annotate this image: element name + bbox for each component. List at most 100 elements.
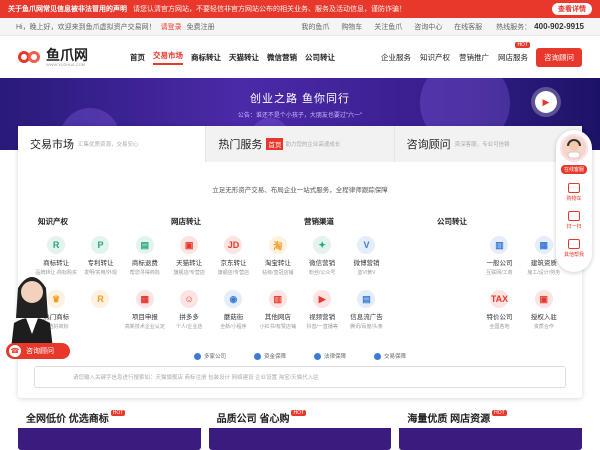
tab-market[interactable]: 交易市场 汇集优质资源，交易安心 <box>18 126 206 162</box>
category-item[interactable]: ▦ 项目申报 高新技术企业认定 <box>123 290 167 330</box>
follow-link[interactable]: 关注鱼爪 <box>374 24 402 31</box>
category-item[interactable]: ▤ 信息流广告 腾讯/百度/头条 <box>344 290 388 330</box>
column-title[interactable]: 公司转让 <box>437 216 566 230</box>
nav-enterprise[interactable]: 企业服务 <box>381 52 411 63</box>
category-icon: ▥ <box>268 290 287 308</box>
category-item[interactable]: JD 京东转让 旗舰店/专营店 <box>211 236 255 276</box>
nav-marketing[interactable]: 营销推广 <box>459 52 489 63</box>
category-icon: P <box>91 236 110 254</box>
category-name: 信息流广告 <box>350 314 383 321</box>
guarantee-row: 多家公司 资金保障 法律保障 交易保障 <box>18 352 582 361</box>
play-icon: ▶ <box>535 91 557 113</box>
guarantee-item: 多家公司 <box>193 352 226 361</box>
side-cart[interactable]: 购物车 <box>566 183 582 202</box>
service-panel: 交易市场 汇集优质资源，交易安心 热门服务 首页 助力您的企业高速成长 咨询顾问 资深客… <box>18 126 582 398</box>
category-icon: ✦ <box>313 236 332 254</box>
agent-avatar-icon[interactable] <box>560 134 588 162</box>
column-title[interactable]: 营销渠道 <box>304 216 433 230</box>
category-item[interactable]: ✦ 微信营销 粉丝/公众号 <box>300 236 344 276</box>
card-trademark[interactable]: 全网低价 优选商标HOT <box>18 404 201 450</box>
category-item[interactable]: ▶ 视频营销 抖音/一直播等 <box>300 290 344 330</box>
tab-hot-service[interactable]: 热门服务 首页 助力您的企业高速成长 <box>205 126 394 162</box>
nav-shop-service[interactable]: 网店服务 HOT <box>498 41 530 63</box>
nav-ip[interactable]: 知识产权 <box>420 52 450 63</box>
category-name: 蘑菇街 <box>223 314 244 321</box>
side-scan[interactable]: 扫一扫 <box>566 211 582 230</box>
category-name: 拼多多 <box>179 314 199 321</box>
category-name: 其他网店 <box>264 314 291 321</box>
login-link[interactable]: 请登录 <box>161 22 182 32</box>
category-name: 淘宝转让 <box>264 260 291 267</box>
help-center-link[interactable]: 咨询中心 <box>414 24 442 31</box>
category-column: 网店转让 ▣ 天猫转让 旗舰店/专营店 JD 京东转让 旗舰店/专营店淘淘宝转让 钻级/皇冠店… <box>167 216 300 330</box>
nav-home[interactable]: 首页 <box>130 52 145 63</box>
category-item[interactable]: ◉ 蘑菇街 全新/小程序 <box>211 290 255 330</box>
category-item[interactable]: ▥ 一般公司 互联网/工商 <box>477 236 521 276</box>
nav-tmall[interactable]: 天猫转让 <box>229 52 259 63</box>
category-desc: 帮您寻得商标 <box>129 270 160 276</box>
logo-name: 鱼爪网 <box>46 46 88 63</box>
notice-detail-button[interactable]: 查看详情 <box>552 3 592 15</box>
register-link[interactable]: 免费注册 <box>187 22 215 32</box>
card-shop[interactable]: 海量优质 网店资源HOT <box>399 404 583 450</box>
category-item[interactable]: ▣ 天猫转让 旗舰店/专营店 <box>167 236 211 276</box>
greeting: Hi，晚上好，欢迎来到鱼爪虚拟资产交易网！ <box>16 23 156 31</box>
logo[interactable]: 鱼爪网 WWW.YUZHUA.COM <box>18 48 130 67</box>
category-desc: 发明/实用/外观 <box>84 270 117 276</box>
top-bar: Hi，晚上好，欢迎来到鱼爪虚拟资产交易网！ 请登录 免费注册 我的鱼爪 购物车 … <box>0 18 600 36</box>
category-desc: 蓝V/黄V <box>357 270 376 276</box>
category-name: 授权入驻 <box>530 314 557 321</box>
nav-market[interactable]: 交易市场 <box>153 50 183 65</box>
category-desc: 资质合作 <box>533 324 554 330</box>
category-desc: 全新/小程序 <box>220 324 247 330</box>
search-input[interactable]: 请您输入关键字信息进行搜索如：天猫旗舰店 商标注册 包装设计 网络建设 企业设置… <box>34 366 566 388</box>
consult-button[interactable]: 咨询顾问 <box>536 47 582 67</box>
category-icon: R <box>47 236 66 254</box>
my-account-link[interactable]: 我的鱼爪 <box>301 24 329 31</box>
chat-consult-button[interactable]: ☎ 咨询顾问 <box>6 343 70 359</box>
category-desc: 施工/设计/劳务 <box>527 270 561 276</box>
tab-consult[interactable]: 咨询顾问 资深客服，专业可信赖 <box>393 126 582 162</box>
side-help[interactable]: 其他帮我 <box>564 239 584 258</box>
category-item[interactable]: ▣ 授权入驻 资质合作 <box>522 290 566 330</box>
category-desc: 个人/企业店 <box>175 324 203 330</box>
column-title[interactable]: 网店转让 <box>171 216 300 230</box>
nav-trademark[interactable]: 商标转让 <box>191 52 221 63</box>
category-desc: 互联网/工商 <box>486 270 513 276</box>
main-nav: 首页 交易市场 商标转让 天猫转让 微信营销 公司转让 <box>130 50 372 65</box>
online-service-link[interactable]: 在线客服 <box>454 24 482 31</box>
category-icon: ▶ <box>313 290 332 308</box>
category-item <box>433 290 477 330</box>
nav-wechat[interactable]: 微信营销 <box>267 52 297 63</box>
banner-announcement[interactable]: 公告：谁还不是个小孩子，大朋友也要过"六一" <box>0 110 600 119</box>
category-icon: ▤ <box>357 290 376 308</box>
category-item[interactable]: ▥ 其他网店小红书/有赞店铺 <box>256 290 300 330</box>
video-play-button[interactable]: ▶ <box>531 87 561 117</box>
category-desc: 小红书/有赞店铺 <box>259 324 297 330</box>
guarantee-item: 法律保障 <box>314 352 346 361</box>
category-item[interactable]: P 专利转让 发明/实用/外观 <box>78 236 122 276</box>
category-desc: 旗舰店/专营店 <box>217 270 250 276</box>
chat-icon: ☎ <box>9 345 21 357</box>
category-item[interactable]: ▤ 商标退费 帮您寻得商标 <box>123 236 167 276</box>
category-item[interactable]: TAX 特价公司 全国各地 <box>477 290 521 330</box>
category-icon: 淘 <box>268 236 287 254</box>
category-item[interactable]: 淘淘宝转让 钻级/皇冠店铺 <box>256 236 300 276</box>
category-item[interactable]: ☺ 拼多多 个人/企业店 <box>167 290 211 330</box>
promo-cards: 全网低价 优选商标HOT 品质公司 省心购HOT 海量优质 网店资源HOT <box>18 404 583 450</box>
online-service-button[interactable]: 在线客服 <box>560 165 587 174</box>
category-column: 公司转让 ▥ 一般公司 互联网/工商 ▦ 建筑资质 施工/设计/劳务 TAX 特价公司 全国各地 ▣… <box>433 216 566 330</box>
cart-link[interactable]: 购物车 <box>341 24 362 31</box>
cart-icon <box>567 183 580 193</box>
side-toolbar: 在线客服 购物车 扫一扫 其他帮我 <box>556 130 592 272</box>
column-title[interactable]: 知识产权 <box>38 216 167 230</box>
category-item <box>433 236 477 276</box>
hotline: 热线服务： 400-902-9915 <box>496 21 584 31</box>
guarantee-item: 资金保障 <box>253 352 286 361</box>
category-item[interactable]: V 微博营销 蓝V/黄V <box>344 236 388 276</box>
card-company[interactable]: 品质公司 省心购HOT <box>208 404 392 450</box>
qr-icon <box>567 211 580 221</box>
category-desc: 粉丝/公众号 <box>308 270 336 276</box>
nav-company[interactable]: 公司转让 <box>305 52 335 63</box>
category-icon: TAX <box>490 290 509 308</box>
